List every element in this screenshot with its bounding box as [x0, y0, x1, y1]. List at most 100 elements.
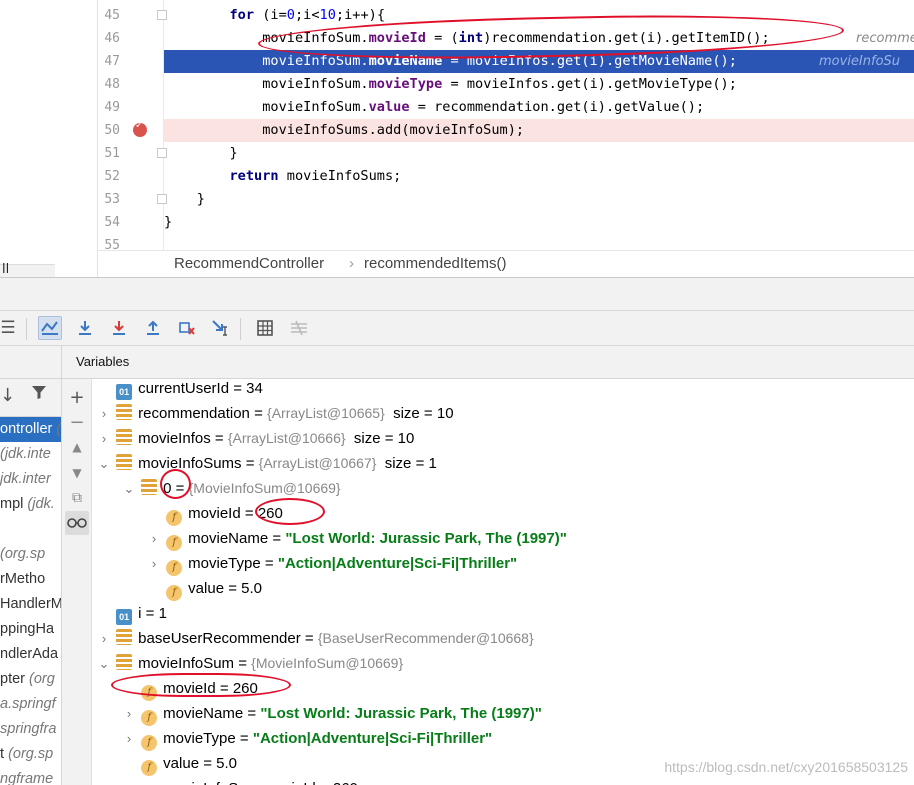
- field-icon: f: [141, 760, 158, 776]
- move-up-icon[interactable]: ▲: [65, 435, 89, 459]
- add-watch-icon[interactable]: +: [65, 385, 89, 409]
- variable-row[interactable]: f value = 5.0: [121, 751, 237, 776]
- step-over-icon[interactable]: [73, 316, 97, 340]
- code-line[interactable]: movieInfoSum.value = recommendation.get(…: [164, 96, 914, 119]
- stack-frame[interactable]: a.springf: [0, 692, 61, 717]
- expanded-arrow-icon[interactable]: ⌄: [96, 451, 112, 476]
- variable-row[interactable]: ⌄ movieInfoSums = {ArrayList@10667} size…: [96, 451, 437, 476]
- stack-frame[interactable]: pter (org: [0, 667, 61, 692]
- expanded-arrow-icon[interactable]: ⌄: [96, 651, 112, 676]
- stack-frame[interactable]: rMetho: [0, 567, 61, 592]
- variable-row[interactable]: ⌄ 0 = {MovieInfoSum@10669}: [121, 476, 341, 501]
- variable-value: 5.0: [216, 755, 237, 772]
- drop-frame-icon[interactable]: [175, 316, 199, 340]
- code-line[interactable]: movieInfoSums.add(movieInfoSum);: [164, 119, 914, 142]
- code-line[interactable]: }: [164, 188, 914, 211]
- stack-frame[interactable]: ppingHa: [0, 617, 61, 642]
- frames-panel: ↓ ontroller ( (jdk.inte jdk.inter mpl (jdk.…: [0, 346, 62, 785]
- editor-body[interactable]: 4546474849505152535455 for (i=0;i<10;i++…: [97, 0, 914, 250]
- variable-row[interactable]: › baseUserRecommender = {BaseUserRecomme…: [96, 626, 534, 651]
- collapsed-arrow-icon[interactable]: ›: [121, 726, 137, 751]
- code-line[interactable]: movieInfoSum.movieType = movieInfos.get(…: [164, 73, 914, 96]
- variable-name: movieName: [188, 530, 269, 547]
- down-arrow-icon[interactable]: ↓: [0, 385, 15, 406]
- variable-row[interactable]: 01 currentUserId = 34: [96, 379, 263, 401]
- code-line[interactable]: for (i=0;i<10;i++){: [164, 4, 914, 27]
- code-line[interactable]: movieInfoSum.movieName = movieInfos.get(…: [164, 50, 914, 73]
- line-number[interactable]: 46: [98, 27, 120, 50]
- frame-location: (jdk.inte: [0, 446, 51, 462]
- stack-frame[interactable]: HandlerM: [0, 592, 61, 617]
- collapsed-arrow-icon[interactable]: ›: [146, 551, 162, 576]
- variable-row[interactable]: f movieId = 260: [121, 676, 258, 701]
- collection-size: size = 10: [384, 405, 454, 422]
- show-watches-glasses-icon[interactable]: [65, 511, 89, 535]
- stack-frame[interactable]: ndlerAda: [0, 642, 61, 667]
- code-line[interactable]: [164, 234, 914, 250]
- line-number[interactable]: 49: [98, 96, 120, 119]
- variable-row[interactable]: › movieInfos = {ArrayList@10666} size = …: [96, 426, 414, 451]
- step-out-icon[interactable]: [141, 316, 165, 340]
- line-number[interactable]: 50: [98, 119, 120, 142]
- line-number[interactable]: 54: [98, 211, 120, 234]
- variable-row[interactable]: › f movieName = "Lost World: Jurassic Par…: [121, 701, 542, 726]
- stack-frame[interactable]: (org.sp: [0, 542, 61, 567]
- frame-location: jdk.inter: [0, 471, 51, 487]
- variable-row[interactable]: ⌄ movieInfoSum = {MovieInfoSum@10669}: [96, 651, 403, 676]
- variable-row[interactable]: › f movieName = "Lost World: Jurassic Par…: [146, 526, 567, 551]
- collapsed-arrow-icon[interactable]: ›: [96, 626, 112, 651]
- tool-window-stub[interactable]: ll: [0, 262, 55, 277]
- code-line[interactable]: }: [164, 211, 914, 234]
- line-number[interactable]: 45: [98, 4, 120, 27]
- code-line[interactable]: movieInfoSum.movieId = (int)recommendati…: [164, 27, 914, 50]
- variable-row[interactable]: f value = 5.0: [146, 576, 262, 601]
- breadcrumb-class[interactable]: RecommendController: [174, 255, 324, 272]
- code-line[interactable]: return movieInfoSums;: [164, 165, 914, 188]
- collapsed-arrow-icon[interactable]: ›: [96, 426, 112, 451]
- stack-frame[interactable]: ontroller (: [0, 417, 61, 442]
- watermark-text: https://blog.csdn.net/cxy201658503125: [664, 759, 908, 775]
- copy-icon[interactable]: ⧉: [65, 486, 89, 510]
- line-number-gutter[interactable]: 4546474849505152535455: [98, 0, 167, 250]
- variable-name: movieType: [163, 730, 236, 747]
- run-to-cursor-icon[interactable]: [209, 316, 233, 340]
- collapsed-arrow-icon[interactable]: ›: [121, 701, 137, 726]
- stack-frame[interactable]: jdk.inter: [0, 467, 61, 492]
- variable-row[interactable]: f movieId = 260: [146, 501, 283, 526]
- primitive-icon: 01: [116, 609, 133, 625]
- breakpoint-icon[interactable]: [133, 120, 147, 137]
- stack-frame[interactable]: springfra: [0, 717, 61, 742]
- evaluate-expression-icon[interactable]: [253, 316, 277, 340]
- move-down-icon[interactable]: ▼: [65, 461, 89, 485]
- show-execution-point-icon[interactable]: [38, 316, 62, 340]
- menu-icon[interactable]: ☰: [0, 316, 20, 340]
- trace-stream-icon[interactable]: [287, 316, 311, 340]
- variable-row[interactable]: ∞movieInfoSum.movieId = 260: [121, 776, 358, 785]
- expanded-arrow-icon[interactable]: ⌄: [121, 476, 137, 501]
- line-number[interactable]: 53: [98, 188, 120, 211]
- variables-tab[interactable]: Variables: [76, 354, 129, 369]
- collapsed-arrow-icon[interactable]: ›: [96, 401, 112, 426]
- variable-row[interactable]: › f movieType = "Action|Adventure|Sci-Fi|…: [146, 551, 517, 576]
- frame-method: t: [0, 746, 9, 762]
- line-number[interactable]: 47: [98, 50, 120, 73]
- line-number[interactable]: 55: [98, 234, 120, 250]
- filter-icon[interactable]: [30, 383, 48, 405]
- line-number[interactable]: 48: [98, 73, 120, 96]
- breadcrumb-method[interactable]: recommendedItems(): [364, 255, 507, 272]
- collapsed-arrow-icon[interactable]: ›: [146, 526, 162, 551]
- variable-row[interactable]: › f movieType = "Action|Adventure|Sci-Fi|…: [121, 726, 492, 751]
- stack-frame[interactable]: mpl (jdk.: [0, 492, 61, 517]
- stack-frame[interactable]: ngframe: [0, 767, 61, 785]
- step-into-icon[interactable]: [107, 316, 131, 340]
- stack-frame[interactable]: t (org.sp: [0, 742, 61, 767]
- code-line[interactable]: }: [164, 142, 914, 165]
- remove-watch-icon[interactable]: −: [65, 410, 89, 434]
- variable-row[interactable]: › recommendation = {ArrayList@10665} siz…: [96, 401, 454, 426]
- variable-row[interactable]: 01 i = 1: [96, 601, 167, 626]
- line-number[interactable]: 51: [98, 142, 120, 165]
- field-icon: f: [141, 735, 158, 751]
- stack-frame[interactable]: (jdk.inte: [0, 442, 61, 467]
- line-number[interactable]: 52: [98, 165, 120, 188]
- stack-frame[interactable]: [0, 517, 61, 542]
